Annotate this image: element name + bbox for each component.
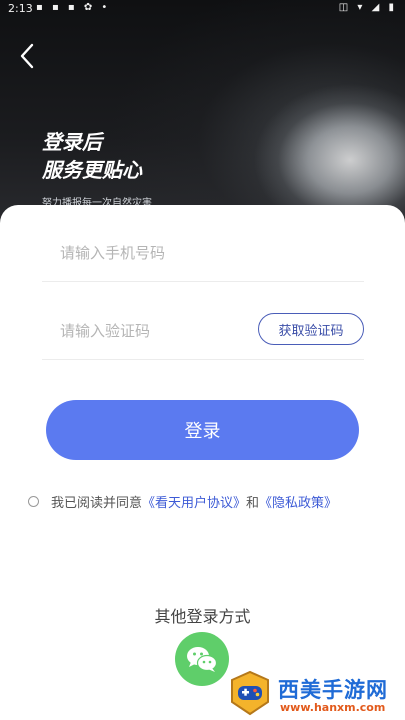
header-banner: 2:13 ▪ ▪ ▪ ✿ • ◫ ▾ ◢ ▮ 登录后 服务更贴心 努力播报每一次… bbox=[0, 0, 405, 230]
wechat-icon bbox=[187, 647, 218, 672]
status-time: 2:13 bbox=[8, 2, 33, 15]
login-button[interactable]: 登录 bbox=[46, 400, 359, 460]
watermark-name: 西美手游网 bbox=[278, 678, 388, 702]
code-field: 获取验证码 bbox=[42, 301, 364, 361]
other-login-title: 其他登录方式 bbox=[154, 607, 251, 626]
phone-field bbox=[42, 223, 364, 283]
agreement-row: 我已阅读并同意 《看天用户协议》 和 《隐私政策》 bbox=[28, 490, 388, 512]
back-arrow-icon bbox=[20, 43, 34, 69]
status-bar: 2:13 ▪ ▪ ▪ ✿ • ◫ ▾ ◢ ▮ bbox=[0, 0, 405, 18]
user-agreement-link[interactable]: 《看天用户协议》 bbox=[142, 492, 246, 511]
code-input[interactable] bbox=[58, 301, 262, 361]
get-code-button[interactable]: 获取验证码 bbox=[258, 313, 364, 345]
hero-title-line2: 服务更贴心 bbox=[42, 158, 142, 182]
site-watermark: 西美手游网 www.hanxm.com bbox=[226, 668, 404, 718]
agreement-prefix: 我已阅读并同意 bbox=[51, 495, 143, 511]
privacy-policy-link[interactable]: 《隐私政策》 bbox=[259, 492, 337, 511]
phone-input[interactable] bbox=[58, 223, 262, 283]
system-icons: ◫ ▾ ◢ ▮ bbox=[338, 2, 397, 13]
gamepad-logo-icon bbox=[231, 670, 269, 716]
back-button[interactable] bbox=[12, 38, 42, 74]
notification-icons: ▪ ▪ ▪ ✿ • bbox=[36, 2, 111, 13]
agreement-radio[interactable] bbox=[28, 495, 39, 507]
wechat-login-button[interactable] bbox=[175, 632, 229, 686]
login-card: 获取验证码 登录 我已阅读并同意 《看天用户协议》 和 《隐私政策》 其他登录方… bbox=[0, 205, 405, 720]
agreement-and: 和 bbox=[246, 495, 260, 511]
hero-title: 登录后 服务更贴心 bbox=[42, 128, 142, 184]
hero-title-line1: 登录后 bbox=[42, 130, 102, 154]
watermark-url: www.hanxm.com bbox=[280, 701, 386, 714]
